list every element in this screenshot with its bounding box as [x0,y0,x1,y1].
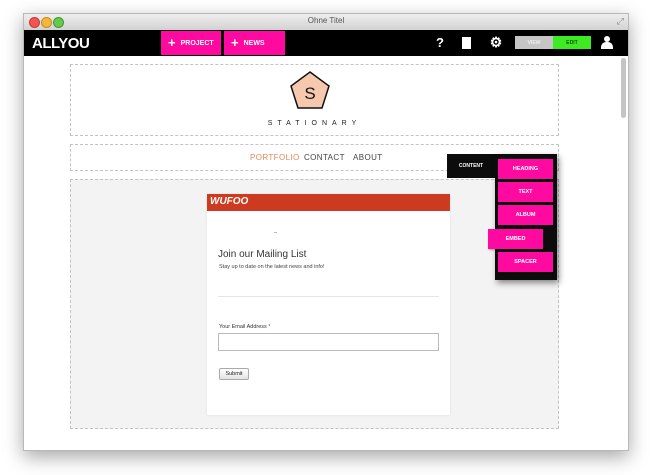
form-subtitle: Stay up to date on the latest news and i… [219,264,325,270]
app-window: Ohne Titel ⤢ ALLYOU + PROJECT + NEWS ? ⚙… [23,13,629,451]
add-spacer-button[interactable]: SPACER [498,252,553,272]
fullscreen-icon[interactable]: ⤢ [617,16,624,27]
app-logo: ALLYOU [32,35,90,52]
site-header-block[interactable]: S STATIONARY [70,64,559,136]
logo-letter: S [304,84,315,103]
add-project-button[interactable]: + PROJECT [161,31,221,55]
edit-button[interactable]: EDIT [553,36,591,49]
window-title: Ohne Titel [307,16,345,25]
add-heading-button[interactable]: HEADING [498,159,553,179]
vertical-scrollbar[interactable] [621,58,626,118]
help-icon[interactable]: ? [433,35,447,51]
editor-toolbar: ALLYOU + PROJECT + NEWS ? ⚙ VIEW EDIT [24,30,628,56]
add-project-label: PROJECT [180,39,214,47]
form-title: Join our Mailing List [218,249,307,260]
add-news-label: NEWS [243,39,265,47]
add-embed-button[interactable]: EMBED [488,229,543,249]
add-album-button[interactable]: ALBUM [498,205,553,225]
page-icon[interactable] [462,37,471,49]
user-icon-body [601,42,613,49]
wufoo-header: WUFOO [207,194,450,211]
required-mark: * [268,324,271,330]
user-icon[interactable] [601,36,613,49]
nav-about[interactable]: ABOUT [353,153,383,162]
submit-button[interactable]: Submit [219,368,249,380]
plus-icon: + [231,35,239,50]
gear-icon[interactable]: ⚙ [489,34,503,50]
divider [274,232,277,233]
wufoo-logo: WUFOO [210,196,249,207]
wufoo-embed-form: WUFOO Join our Mailing List Stay up to d… [207,194,450,415]
site-brand: STATIONARY [267,120,362,127]
nav-portfolio[interactable]: PORTFOLIO [250,153,300,162]
content-tab[interactable]: CONTENT [447,154,495,178]
email-label: Your Email Address * [219,324,270,330]
nav-contact[interactable]: CONTACT [304,153,345,162]
title-bar: Ohne Titel ⤢ [24,14,628,31]
add-text-button[interactable]: TEXT [498,182,553,202]
view-button[interactable]: VIEW [515,36,553,49]
site-logo-pentagon: S [290,71,330,109]
divider [218,296,439,297]
plus-icon: + [168,35,176,50]
add-news-button[interactable]: + NEWS [224,31,285,55]
email-label-text: Your Email Address [219,324,267,330]
email-field[interactable] [218,333,439,351]
